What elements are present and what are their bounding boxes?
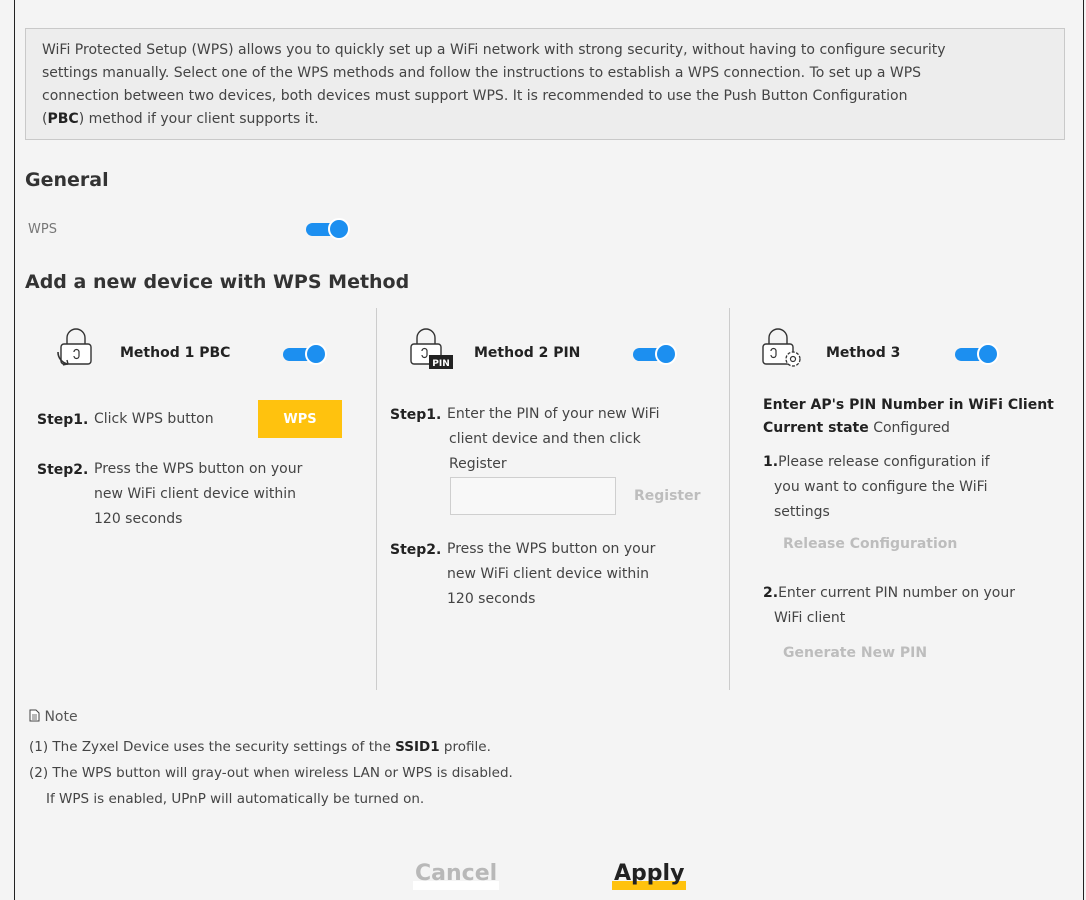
pin-lock-icon: PIN — [410, 328, 453, 369]
note-icon — [29, 709, 40, 722]
method3-item2: 2.Enter current PIN number on your WiFi … — [763, 585, 1015, 626]
apply-button[interactable]: Apply — [612, 858, 687, 890]
method1-title: Method 1 PBC — [120, 345, 231, 361]
column-divider — [376, 308, 377, 690]
method2-title: Method 2 PIN — [474, 345, 581, 361]
note-header: Note — [29, 709, 78, 725]
current-state: Current state Configured — [763, 420, 950, 436]
method2-step1-text: Enter the PIN of your new WiFi client de… — [447, 406, 660, 472]
release-configuration-button[interactable]: Release Configuration — [783, 536, 957, 552]
add-device-title: Add a new device with WPS Method — [25, 271, 410, 293]
method1-step2-text: Press the WPS button on your new WiFi cl… — [94, 461, 303, 527]
method2-toggle[interactable] — [633, 343, 677, 365]
method2-step2-label: Step2. — [390, 542, 442, 558]
column-divider — [729, 308, 730, 690]
method1-toggle[interactable] — [283, 343, 327, 365]
register-button[interactable]: Register — [634, 488, 701, 504]
method3-item1: 1.Please release configuration if you wa… — [763, 454, 990, 520]
method1-step2-label: Step2. — [37, 462, 89, 478]
method3-toggle[interactable] — [955, 343, 999, 365]
wps-label: WPS — [28, 222, 57, 237]
note-line-1: (1) The Zyxel Device uses the security s… — [29, 739, 491, 755]
note-line-2: (2) The WPS button will gray-out when wi… — [29, 765, 513, 781]
pin-input[interactable] — [450, 477, 616, 515]
cancel-button[interactable]: Cancel — [413, 858, 500, 890]
method1-step1-label: Step1. — [37, 412, 89, 428]
method3-title: Method 3 — [826, 345, 901, 361]
wps-settings-panel: WiFi Protected Setup (WPS) allows you to… — [14, 0, 1084, 900]
generate-new-pin-button[interactable]: Generate New PIN — [783, 645, 927, 661]
svg-text:PIN: PIN — [432, 359, 449, 369]
intro-description: WiFi Protected Setup (WPS) allows you to… — [25, 28, 1065, 140]
pbc-lock-icon — [57, 328, 92, 366]
config-lock-icon — [762, 328, 801, 367]
method2-step1-label: Step1. — [390, 407, 442, 423]
method3-heading: Enter AP's PIN Number in WiFi Client — [763, 397, 1054, 413]
note-line-3: If WPS is enabled, UPnP will automatical… — [46, 791, 425, 807]
method2-step2-text: Press the WPS button on your new WiFi cl… — [447, 541, 656, 607]
wps-push-button[interactable]: WPS — [258, 400, 342, 438]
wps-toggle[interactable] — [306, 218, 350, 240]
general-title: General — [25, 169, 109, 191]
method1-step1-text: Click WPS button — [94, 411, 214, 427]
